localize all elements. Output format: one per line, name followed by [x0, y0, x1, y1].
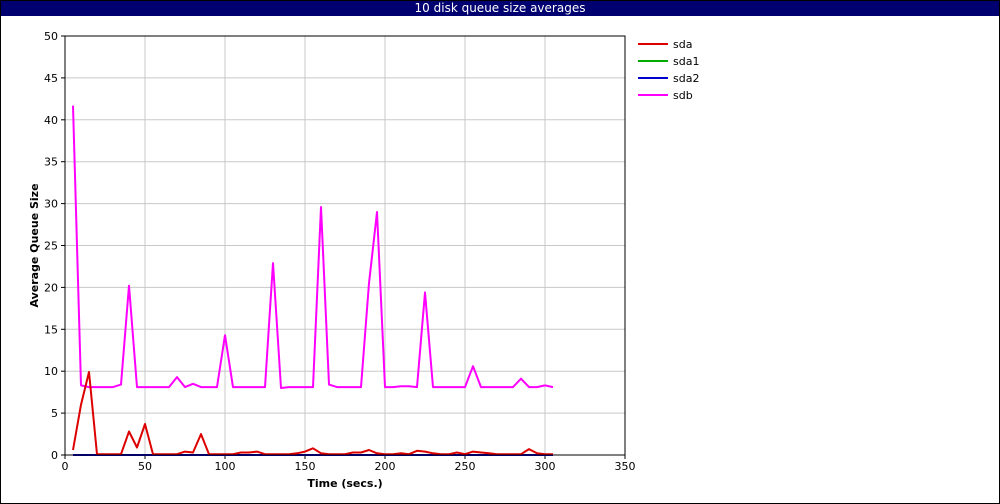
legend-label-sda1: sda1 — [673, 55, 699, 68]
y-axis-label: Average Queue Size — [28, 183, 41, 307]
chart-canvas: 0 5 10 15 20 25 30 35 40 45 50 0 50 100 150 200 250 300 3… — [28, 30, 699, 490]
x-axis-label: Time (secs.) — [307, 477, 382, 490]
x-tick-label: 300 — [535, 460, 556, 473]
y-tick-label: 30 — [44, 198, 58, 211]
x-tick-label: 250 — [455, 460, 476, 473]
y-tick-label: 5 — [51, 407, 58, 420]
y-tick-label: 35 — [44, 156, 58, 169]
x-tick-label: 50 — [138, 460, 152, 473]
legend: sda sda1 sda2 sdb — [638, 38, 699, 102]
x-tick-label: 100 — [215, 460, 236, 473]
y-tick-label: 15 — [44, 323, 58, 336]
x-tick-label: 0 — [62, 460, 69, 473]
legend-label-sda: sda — [673, 38, 692, 51]
y-tick-label: 0 — [51, 449, 58, 462]
legend-label-sdb: sdb — [673, 89, 693, 102]
x-axis-ticks: 0 50 100 150 200 250 300 350 — [62, 455, 636, 473]
y-tick-label: 25 — [44, 240, 58, 253]
legend-label-sda2: sda2 — [673, 72, 699, 85]
y-axis-ticks: 0 5 10 15 20 25 30 35 40 45 50 — [44, 30, 65, 462]
y-tick-label: 50 — [44, 30, 58, 43]
x-tick-label: 350 — [615, 460, 636, 473]
grid-lines — [64, 35, 626, 456]
y-tick-label: 45 — [44, 72, 58, 85]
y-tick-label: 40 — [44, 114, 58, 127]
x-tick-label: 200 — [375, 460, 396, 473]
y-tick-label: 10 — [44, 365, 58, 378]
x-tick-label: 150 — [295, 460, 316, 473]
y-tick-label: 20 — [44, 281, 58, 294]
